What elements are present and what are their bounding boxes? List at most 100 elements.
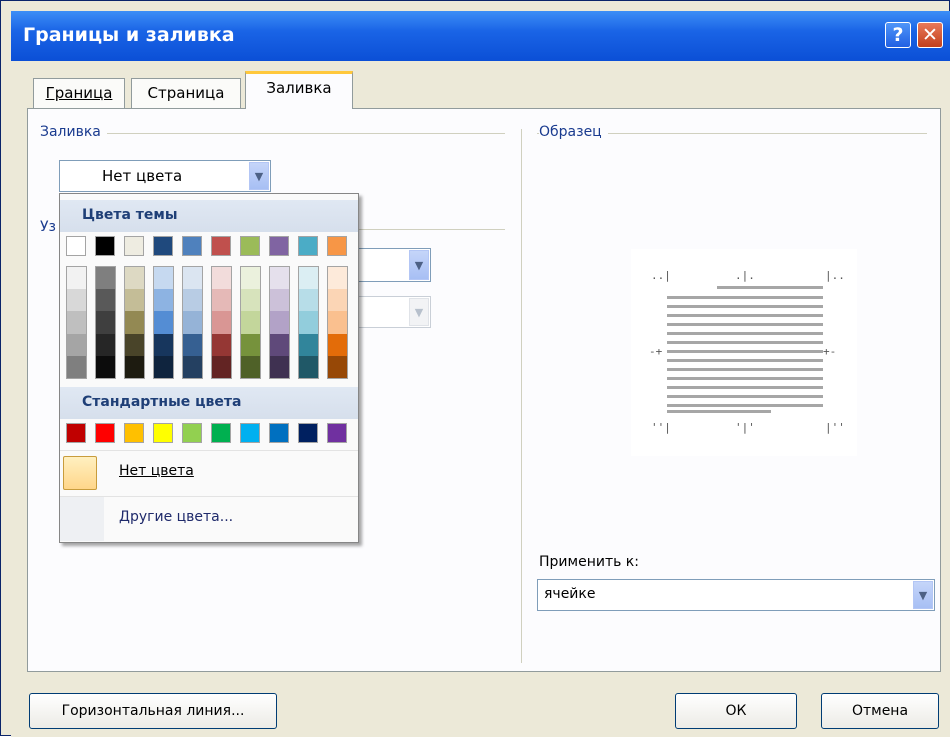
theme-shade-swatch[interactable] xyxy=(67,267,86,290)
theme-shade-swatch[interactable] xyxy=(67,333,86,356)
theme-shade-swatch[interactable] xyxy=(212,289,231,312)
theme-shade-swatch[interactable] xyxy=(212,355,231,378)
color-picker-dropdown: Цвета темы Стандартные цвета Нет цвета Д… xyxy=(59,193,359,543)
preview-corner-mark: |.. xyxy=(825,269,845,282)
theme-color-swatch[interactable] xyxy=(124,236,144,256)
no-color-option[interactable]: Нет цвета xyxy=(60,450,358,495)
theme-shade-swatch[interactable] xyxy=(328,267,347,290)
theme-shade-swatch[interactable] xyxy=(328,311,347,334)
theme-shade-swatch[interactable] xyxy=(67,289,86,312)
theme-shade-swatch[interactable] xyxy=(299,333,318,356)
theme-shade-swatch[interactable] xyxy=(270,311,289,334)
preview-text-line xyxy=(667,323,823,326)
standard-color-swatch[interactable] xyxy=(153,423,173,443)
tab-shading[interactable]: Заливка xyxy=(245,71,353,109)
theme-color-swatch[interactable] xyxy=(211,236,231,256)
theme-shade-swatch[interactable] xyxy=(96,355,115,378)
theme-shade-swatch[interactable] xyxy=(183,355,202,378)
theme-shade-swatch[interactable] xyxy=(96,267,115,290)
standard-color-swatch[interactable] xyxy=(66,423,86,443)
horizontal-line-button[interactable]: Горизонтальная линия... xyxy=(29,693,277,729)
title-bar[interactable]: Границы и заливка ? ✕ xyxy=(11,11,950,61)
theme-shade-swatch[interactable] xyxy=(212,267,231,290)
chevron-down-icon[interactable]: ▼ xyxy=(409,250,429,280)
theme-color-swatch[interactable] xyxy=(240,236,260,256)
theme-color-swatch[interactable] xyxy=(298,236,318,256)
theme-shade-swatch[interactable] xyxy=(125,311,144,334)
standard-color-swatch[interactable] xyxy=(327,423,347,443)
theme-color-swatch[interactable] xyxy=(153,236,173,256)
theme-shade-swatch[interactable] xyxy=(96,333,115,356)
ok-button[interactable]: ОК xyxy=(675,693,797,729)
fill-color-value: Нет цвета xyxy=(102,167,183,185)
preview-text-line xyxy=(667,386,823,389)
theme-shade-swatch[interactable] xyxy=(154,289,173,312)
tab-page-border[interactable]: Страница xyxy=(131,78,241,108)
theme-shade-swatch[interactable] xyxy=(67,355,86,378)
theme-color-swatch[interactable] xyxy=(95,236,115,256)
theme-shade-swatch[interactable] xyxy=(125,355,144,378)
pattern-group-line xyxy=(357,229,505,230)
theme-color-swatch[interactable] xyxy=(182,236,202,256)
chevron-down-icon[interactable]: ▼ xyxy=(249,162,269,190)
theme-color-swatch[interactable] xyxy=(66,236,86,256)
fill-color-dropdown[interactable]: Нет цвета ▼ xyxy=(59,160,271,192)
theme-shade-swatch[interactable] xyxy=(299,267,318,290)
theme-shade-swatch[interactable] xyxy=(270,289,289,312)
standard-color-swatch[interactable] xyxy=(269,423,289,443)
theme-shade-swatch[interactable] xyxy=(328,355,347,378)
theme-shade-swatch[interactable] xyxy=(154,311,173,334)
standard-color-swatch[interactable] xyxy=(124,423,144,443)
preview-corner-mark: ''| xyxy=(651,421,671,434)
cancel-button[interactable]: Отмена xyxy=(821,693,939,729)
theme-shade-swatch[interactable] xyxy=(241,289,260,312)
more-colors-option[interactable]: Другие цвета... xyxy=(60,496,358,541)
theme-shade-swatch[interactable] xyxy=(299,289,318,312)
borders-and-shading-dialog: Границы и заливка ? ✕ Граница Страница З… xyxy=(0,0,950,737)
help-button[interactable]: ? xyxy=(885,22,911,48)
preview-text-line xyxy=(667,410,771,413)
theme-shade-swatch[interactable] xyxy=(183,311,202,334)
theme-shade-swatch[interactable] xyxy=(299,311,318,334)
preview-text-line xyxy=(667,404,823,407)
theme-shade-swatch[interactable] xyxy=(154,355,173,378)
theme-shade-swatch[interactable] xyxy=(183,289,202,312)
theme-color-swatch[interactable] xyxy=(327,236,347,256)
chevron-down-icon[interactable]: ▼ xyxy=(913,581,933,609)
tab-borders[interactable]: Граница xyxy=(33,78,125,108)
theme-shade-swatch[interactable] xyxy=(241,333,260,356)
standard-color-swatch[interactable] xyxy=(240,423,260,443)
preview-text-line xyxy=(667,368,823,371)
theme-shade-swatch[interactable] xyxy=(125,289,144,312)
theme-shade-swatch[interactable] xyxy=(241,355,260,378)
theme-shade-swatch[interactable] xyxy=(270,355,289,378)
standard-color-swatch[interactable] xyxy=(182,423,202,443)
apply-to-dropdown[interactable]: ячейке ▼ xyxy=(537,579,935,611)
theme-shade-swatch[interactable] xyxy=(241,311,260,334)
close-button[interactable]: ✕ xyxy=(917,22,943,48)
theme-shade-swatch[interactable] xyxy=(212,333,231,356)
theme-shade-swatch[interactable] xyxy=(125,267,144,290)
theme-shade-swatch[interactable] xyxy=(125,333,144,356)
theme-shade-swatch[interactable] xyxy=(328,333,347,356)
theme-shade-swatch[interactable] xyxy=(154,333,173,356)
theme-shade-swatch[interactable] xyxy=(241,267,260,290)
theme-shade-swatch[interactable] xyxy=(183,333,202,356)
standard-color-swatch[interactable] xyxy=(211,423,231,443)
standard-color-swatch[interactable] xyxy=(298,423,318,443)
theme-shade-swatch[interactable] xyxy=(299,355,318,378)
preview-text-line xyxy=(667,314,823,317)
theme-shade-swatch[interactable] xyxy=(96,311,115,334)
theme-shade-swatch[interactable] xyxy=(183,267,202,290)
theme-shade-swatch[interactable] xyxy=(270,267,289,290)
theme-color-swatch[interactable] xyxy=(269,236,289,256)
theme-shade-swatch[interactable] xyxy=(270,333,289,356)
standard-color-swatch[interactable] xyxy=(95,423,115,443)
theme-shade-swatch[interactable] xyxy=(96,289,115,312)
theme-shade-swatch[interactable] xyxy=(154,267,173,290)
theme-shade-swatch[interactable] xyxy=(328,289,347,312)
preview-text-line xyxy=(667,395,823,398)
theme-shade-swatch[interactable] xyxy=(212,311,231,334)
preview-corner-mark: ..| xyxy=(651,269,671,282)
theme-shade-swatch[interactable] xyxy=(67,311,86,334)
